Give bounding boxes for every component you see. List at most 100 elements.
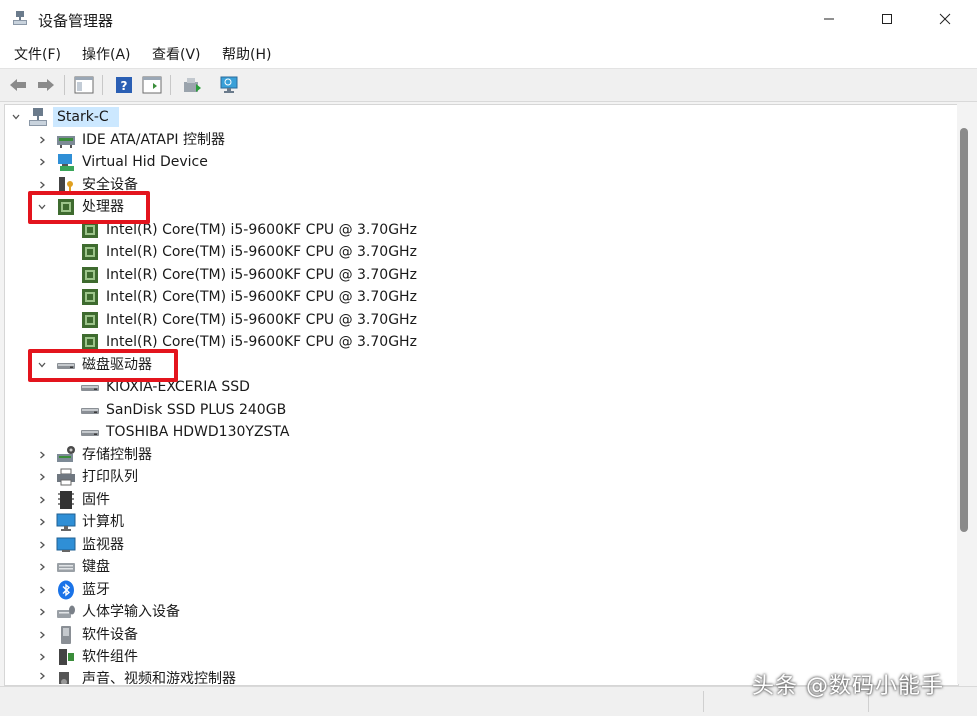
tree-item-disk[interactable]: TOSHIBA HDWD130YZSTA xyxy=(8,421,408,443)
tree-item-label: IDE ATA/ATAPI 控制器 xyxy=(82,132,226,148)
tree-item-computer[interactable]: 计算机 xyxy=(8,511,408,533)
toolbar-separator xyxy=(170,75,171,95)
tree-item-firmware[interactable]: 固件 xyxy=(8,489,408,511)
monitor-icon xyxy=(56,513,76,531)
menu-action[interactable]: 操作(A) xyxy=(82,44,131,64)
chevron-right-icon[interactable] xyxy=(36,151,48,173)
tree-item-label: 蓝牙 xyxy=(82,582,110,598)
menu-view[interactable]: 查看(V) xyxy=(152,44,201,64)
tree-item-print-queues[interactable]: 打印队列 xyxy=(8,466,408,488)
forward-button[interactable] xyxy=(34,73,58,97)
chevron-right-icon[interactable] xyxy=(36,534,48,556)
chevron-right-icon[interactable] xyxy=(36,511,48,533)
tree-item-label: 键盘 xyxy=(82,559,110,575)
back-arrow-icon xyxy=(10,79,26,91)
tree-item-label: Intel(R) Core(TM) i5-9600KF CPU @ 3.70GH… xyxy=(106,289,417,305)
tree-root[interactable]: Stark-C xyxy=(8,106,308,128)
computer-icon xyxy=(29,108,47,126)
hid-device-icon xyxy=(58,154,74,171)
chevron-right-icon[interactable] xyxy=(36,466,48,488)
toolbar-separator xyxy=(102,75,103,95)
tree-item-disk[interactable]: SanDisk SSD PLUS 240GB xyxy=(8,399,408,421)
tree-item-cpu[interactable]: Intel(R) Core(TM) i5-9600KF CPU @ 3.70GH… xyxy=(8,309,448,331)
tree-item-software-devices[interactable]: 软件设备 xyxy=(8,624,408,646)
processor-icon xyxy=(82,312,98,328)
tree-item-hid-input[interactable]: 人体学输入设备 xyxy=(8,601,408,623)
window-title: 设备管理器 xyxy=(38,12,114,30)
chevron-down-icon[interactable] xyxy=(10,106,22,128)
tree-item-keyboards[interactable]: 键盘 xyxy=(8,556,408,578)
bluetooth-icon xyxy=(58,580,74,600)
keyboard-icon xyxy=(57,563,75,572)
hid-input-icon xyxy=(57,605,75,618)
tree-item-ide[interactable]: IDE ATA/ATAPI 控制器 xyxy=(8,129,408,151)
processor-icon xyxy=(82,267,98,283)
close-icon xyxy=(939,13,951,25)
tree-item-bluetooth[interactable]: 蓝牙 xyxy=(8,579,408,601)
tree-item-monitors[interactable]: 监视器 xyxy=(8,534,408,556)
device-manager-icon xyxy=(13,11,27,25)
chevron-right-icon[interactable] xyxy=(36,489,48,511)
tree-item-label: 软件设备 xyxy=(82,627,138,643)
tree-item-label: 监视器 xyxy=(82,537,124,553)
tree-item-cpu[interactable]: Intel(R) Core(TM) i5-9600KF CPU @ 3.70GH… xyxy=(8,264,448,286)
chevron-right-icon[interactable] xyxy=(36,129,48,151)
menu-help[interactable]: 帮助(H) xyxy=(222,44,271,64)
toolbar-separator xyxy=(64,75,65,95)
annotation-box-processors xyxy=(28,191,150,224)
speaker-icon xyxy=(59,672,69,684)
title-bar: 设备管理器 xyxy=(0,0,977,38)
chevron-right-icon[interactable] xyxy=(36,444,48,466)
chevron-right-icon[interactable] xyxy=(36,601,48,623)
tree-item-label: 存储控制器 xyxy=(82,447,152,463)
chevron-right-icon[interactable] xyxy=(36,624,48,646)
tree-item-label: 声音、视频和游戏控制器 xyxy=(82,671,236,684)
tree-item-hid[interactable]: Virtual Hid Device xyxy=(8,151,408,173)
forward-arrow-icon xyxy=(38,79,54,91)
annotation-box-disk-drives xyxy=(28,349,178,382)
back-button[interactable] xyxy=(6,73,30,97)
tree-item-label: 打印队列 xyxy=(82,469,138,485)
menu-file[interactable]: 文件(F) xyxy=(14,44,61,64)
help-icon: ? xyxy=(116,77,132,93)
scrollbar-thumb[interactable] xyxy=(960,128,968,532)
tree-item-label: SanDisk SSD PLUS 240GB xyxy=(106,402,287,418)
properties-button[interactable] xyxy=(140,73,164,97)
toolbar: ? xyxy=(0,68,977,102)
chevron-right-icon[interactable] xyxy=(36,646,48,668)
show-hide-console-tree-button[interactable] xyxy=(72,73,96,97)
chevron-right-icon[interactable] xyxy=(36,668,48,684)
tree-item-label: 软件组件 xyxy=(82,649,138,665)
scan-hardware-icon xyxy=(220,76,238,93)
tree-root-label: Stark-C xyxy=(57,109,109,125)
scan-hardware-button[interactable] xyxy=(218,73,242,97)
help-button[interactable]: ? xyxy=(112,73,136,97)
software-device-icon xyxy=(61,626,71,644)
tree-item-label: Intel(R) Core(TM) i5-9600KF CPU @ 3.70GH… xyxy=(106,267,417,283)
tree-item-label: 人体学输入设备 xyxy=(82,604,180,620)
svg-text:?: ? xyxy=(121,79,128,93)
tree-item-storage-controllers[interactable]: 存储控制器 xyxy=(8,444,408,466)
software-component-icon xyxy=(59,649,74,665)
tree-item-cpu[interactable]: Intel(R) Core(TM) i5-9600KF CPU @ 3.70GH… xyxy=(8,241,448,263)
maximize-icon xyxy=(882,14,892,24)
minimize-button[interactable] xyxy=(800,0,858,38)
update-driver-icon xyxy=(184,78,201,92)
tree-item-sound[interactable]: 声音、视频和游戏控制器 xyxy=(8,668,408,684)
properties-icon xyxy=(142,76,162,94)
menu-bar: 文件(F) 操作(A) 查看(V) 帮助(H) xyxy=(0,38,977,68)
tree-item-software-components[interactable]: 软件组件 xyxy=(8,646,408,668)
ide-controller-icon xyxy=(57,136,75,148)
chevron-right-icon[interactable] xyxy=(36,556,48,578)
chevron-right-icon[interactable] xyxy=(36,579,48,601)
watermark: 头条 @数码小能手 xyxy=(752,674,944,699)
processor-icon xyxy=(82,244,98,260)
tree-item-cpu[interactable]: Intel(R) Core(TM) i5-9600KF CPU @ 3.70GH… xyxy=(8,286,448,308)
tree-item-label: 固件 xyxy=(82,492,110,508)
tree-item-label: Intel(R) Core(TM) i5-9600KF CPU @ 3.70GH… xyxy=(106,244,417,260)
storage-controller-icon xyxy=(57,446,75,462)
monitor-icon xyxy=(56,537,76,552)
update-driver-button[interactable] xyxy=(180,73,204,97)
maximize-button[interactable] xyxy=(858,0,916,38)
close-button[interactable] xyxy=(916,0,974,38)
